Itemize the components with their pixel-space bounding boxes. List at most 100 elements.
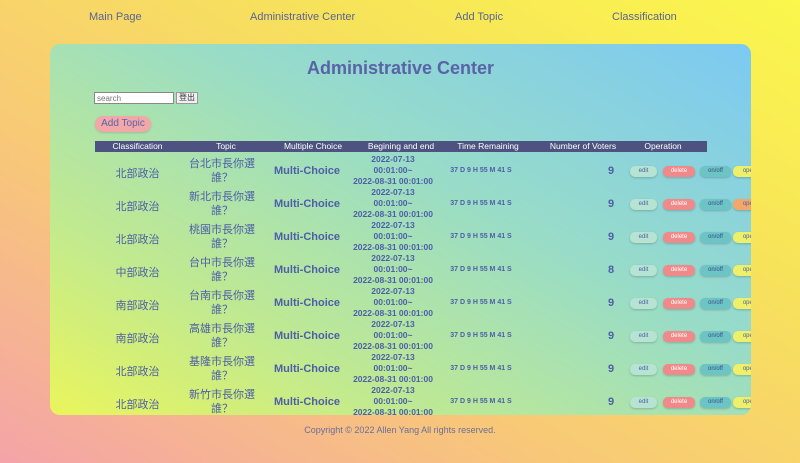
delete-button[interactable]: delete (663, 166, 695, 177)
row-topic: 高雄市長你選誰？ (189, 323, 255, 349)
edit-button[interactable]: edit (630, 199, 657, 210)
table-row: 中部政治 台中市長你選誰？ Multi-Choice 2022-07-13 00:01:… (95, 253, 751, 287)
open-secret-button[interactable]: open/secret (733, 166, 751, 177)
on-off-button[interactable]: on/off (700, 265, 731, 276)
table-header: Classification Topic Multiple Choice Beg… (95, 141, 707, 152)
table-row: 北部政治 新竹市長你選誰？ Multi-Choice 2022-07-13 00:01:… (95, 385, 751, 415)
row-end-datetime: 2022-08-31 00:01:00 (353, 242, 433, 252)
row-voter-count: 8 (607, 264, 615, 276)
row-voter-count: 9 (607, 297, 615, 309)
row-time-remaining: 37 D 9 H 55 M 41 S (450, 398, 512, 405)
row-topic: 台南市長你選誰？ (189, 290, 255, 316)
row-end-datetime: 2022-08-31 00:01:00 (353, 374, 433, 384)
row-time-remaining: 37 D 9 H 55 M 41 S (450, 167, 512, 174)
edit-button[interactable]: edit (630, 232, 657, 243)
table-row: 北部政治 新北市長你選誰？ Multi-Choice 2022-07-13 00:01:… (95, 187, 751, 221)
row-date-range: 2022-07-13 00:01:00~ 2022-08-31 00:01:00 (345, 286, 441, 319)
row-classification: 北部政治 (115, 399, 160, 411)
row-voter-count: 9 (607, 363, 615, 375)
on-off-button[interactable]: on/off (700, 298, 731, 309)
row-start-time: 00:01:00~ (373, 297, 413, 307)
row-choice-type: Multi-Choice (274, 363, 340, 375)
add-topic-button[interactable]: Add Topic (95, 116, 151, 132)
row-classification: 北部政治 (115, 168, 160, 180)
on-off-button[interactable]: on/off (700, 364, 731, 375)
on-off-button[interactable]: on/off (700, 331, 731, 342)
row-choice-type: Multi-Choice (274, 165, 340, 177)
row-end-datetime: 2022-08-31 00:01:00 (353, 341, 433, 351)
edit-button[interactable]: edit (630, 397, 657, 408)
header-classification: Classification (112, 141, 163, 151)
delete-button[interactable]: delete (663, 364, 695, 375)
row-topic: 新北市長你選誰？ (189, 191, 255, 217)
row-time-remaining: 37 D 9 H 55 M 41 S (450, 200, 512, 207)
header-number-of-voters: Number of Voters (549, 141, 617, 151)
row-start-time: 00:01:00~ (373, 363, 413, 373)
row-end-datetime: 2022-08-31 00:01:00 (353, 308, 433, 318)
row-topic: 新竹市長你選誰？ (189, 389, 255, 415)
on-off-button[interactable]: on/off (700, 199, 731, 210)
open-secret-button[interactable]: open/secret (733, 199, 751, 210)
row-choice-type: Multi-Choice (274, 330, 340, 342)
on-off-button[interactable]: on/off (700, 232, 731, 243)
on-off-button[interactable]: on/off (700, 397, 731, 408)
row-classification: 北部政治 (115, 234, 160, 246)
header-topic: Topic (216, 141, 236, 151)
delete-button[interactable]: delete (663, 199, 695, 210)
page-title: Administrative Center (306, 58, 495, 78)
row-choice-type: Multi-Choice (274, 396, 340, 408)
open-secret-button[interactable]: open/secret (733, 265, 751, 276)
table-row: 北部政治 台北市長你選誰？ Multi-Choice 2022-07-13 00:01:… (95, 154, 751, 188)
nav-add-topic[interactable]: Add Topic (455, 11, 503, 23)
on-off-button[interactable]: on/off (700, 166, 731, 177)
row-start-time: 00:01:00~ (373, 264, 413, 274)
open-secret-button[interactable]: open/secret (733, 364, 751, 375)
row-end-datetime: 2022-08-31 00:01:00 (353, 176, 433, 186)
nav-classification[interactable]: Classification (612, 11, 677, 23)
open-secret-button[interactable]: open/secret (733, 397, 751, 408)
row-voter-count: 9 (607, 165, 615, 177)
row-topic: 台中市長你選誰？ (189, 257, 255, 283)
row-date-range: 2022-07-13 00:01:00~ 2022-08-31 00:01:00 (345, 154, 441, 187)
delete-button[interactable]: delete (663, 397, 695, 408)
nav-administrative-center[interactable]: Administrative Center (250, 11, 355, 23)
edit-button[interactable]: edit (630, 331, 657, 342)
row-end-datetime: 2022-08-31 00:01:00 (353, 209, 433, 219)
row-classification: 南部政治 (115, 333, 160, 345)
row-choice-type: Multi-Choice (274, 297, 340, 309)
open-secret-button[interactable]: open/secret (733, 298, 751, 309)
header-operation: Operation (644, 141, 682, 151)
footer-copyright: Copyright © 2022 Allen Yang All rights r… (304, 425, 496, 435)
table-row: 南部政治 高雄市長你選誰？ Multi-Choice 2022-07-13 00:01:… (95, 319, 751, 353)
logout-button[interactable]: 登出 (176, 92, 198, 104)
row-topic: 基隆市長你選誰？ (189, 356, 255, 382)
search-input[interactable] (94, 92, 174, 104)
row-date-range: 2022-07-13 00:01:00~ 2022-08-31 00:01:00 (345, 187, 441, 220)
delete-button[interactable]: delete (663, 331, 695, 342)
delete-button[interactable]: delete (663, 298, 695, 309)
row-voter-count: 9 (607, 330, 615, 342)
open-secret-button[interactable]: open/secret (733, 232, 751, 243)
header-begin-end: Begining and end (367, 141, 435, 151)
row-start-time: 00:01:00~ (373, 198, 413, 208)
delete-button[interactable]: delete (663, 265, 695, 276)
row-classification: 北部政治 (115, 366, 160, 378)
open-secret-button[interactable]: open/secret (733, 331, 751, 342)
row-start-time: 00:01:00~ (373, 165, 413, 175)
row-time-remaining: 37 D 9 H 55 M 41 S (450, 266, 512, 273)
table-row: 北部政治 桃園市長你選誰？ Multi-Choice 2022-07-13 00:01:… (95, 220, 751, 254)
header-multiple-choice: Multiple Choice (283, 141, 343, 151)
row-time-remaining: 37 D 9 H 55 M 41 S (450, 332, 512, 339)
edit-button[interactable]: edit (630, 166, 657, 177)
row-voter-count: 9 (607, 396, 615, 408)
row-start-time: 00:01:00~ (373, 396, 413, 406)
edit-button[interactable]: edit (630, 364, 657, 375)
table-row: 北部政治 基隆市長你選誰？ Multi-Choice 2022-07-13 00:01:… (95, 352, 751, 386)
row-date-range: 2022-07-13 00:01:00~ 2022-08-31 00:01:00 (345, 319, 441, 352)
row-classification: 中部政治 (115, 267, 160, 279)
edit-button[interactable]: edit (630, 298, 657, 309)
top-nav: Main Page Administrative Center Add Topi… (0, 0, 800, 34)
nav-main-page[interactable]: Main Page (89, 11, 142, 23)
edit-button[interactable]: edit (630, 265, 657, 276)
delete-button[interactable]: delete (663, 232, 695, 243)
